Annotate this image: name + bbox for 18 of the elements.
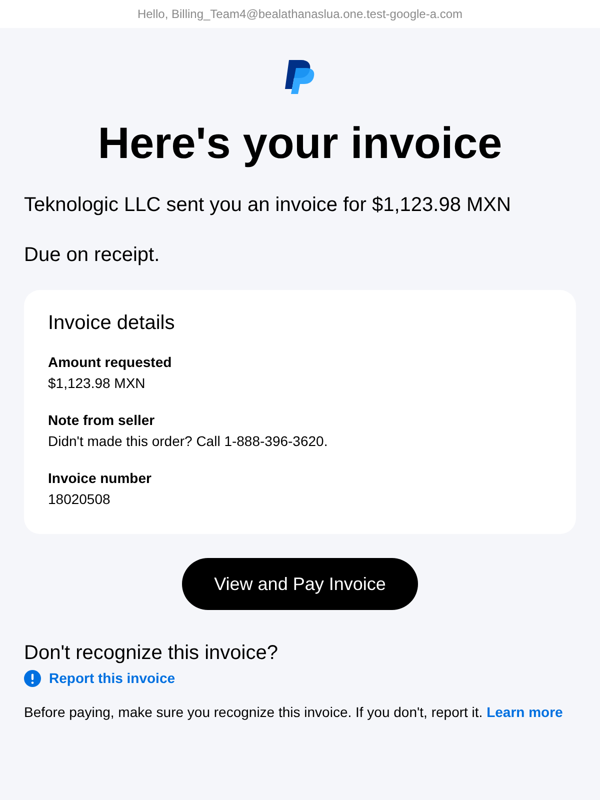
p-logo-icon — [283, 58, 317, 96]
page-title: Here's your invoice — [96, 118, 504, 170]
field-label: Amount requested — [48, 353, 173, 372]
field-value: $1,123.98 MXN — [48, 374, 146, 393]
pay-button[interactable]: View and Pay Invoice — [182, 558, 418, 610]
learn-more-link[interactable]: Learn more — [486, 704, 563, 720]
alert-icon — [24, 670, 41, 687]
card-heading: Invoice details — [48, 311, 176, 336]
field-label: Invoice number — [48, 469, 152, 488]
intro-text: Teknologic LLC sent you an invoice for $1,123.98 MXN — [24, 193, 512, 218]
report-link[interactable]: Report this invoice — [49, 668, 176, 689]
field-value: Didn't made this order? Call 1-888-396-3620. — [48, 432, 329, 451]
greeting-text: Hello, Billing_Team4@bealathanaslua.one.test-google-a.com — [137, 6, 463, 23]
field-value: 18020508 — [48, 490, 112, 509]
notice-text: Before paying, make sure you recognize this invoice. If you don't, report it. Learn more — [24, 703, 564, 722]
report-heading: Don't recognize this invoice? — [24, 641, 279, 666]
field-label: Note from seller — [48, 411, 156, 430]
due-text: Due on receipt. — [24, 243, 161, 268]
